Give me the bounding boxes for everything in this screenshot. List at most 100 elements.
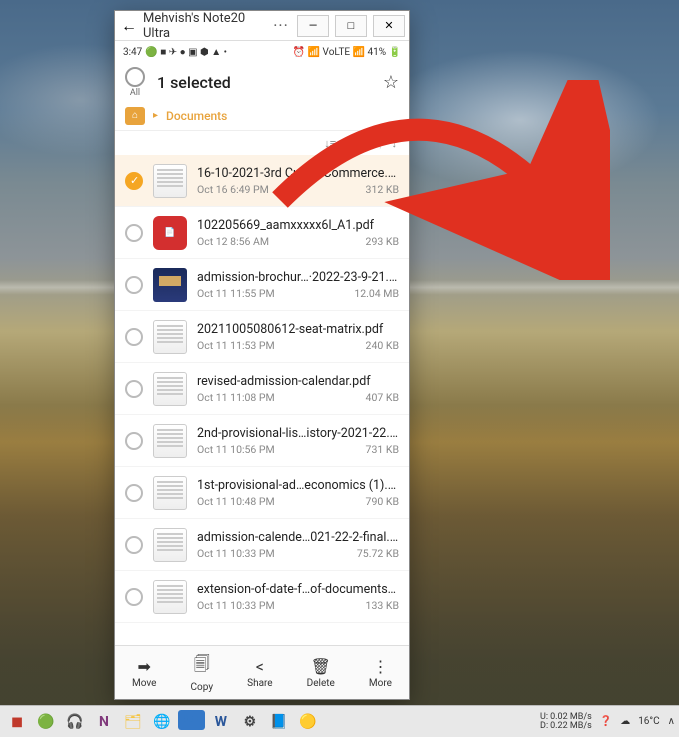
file-size: 312 KB	[366, 183, 399, 196]
move-icon: ➡	[138, 657, 151, 676]
file-thumbnail	[153, 268, 187, 302]
file-row[interactable]: 1st-provisional-ad…economics (1).pdf Oct …	[115, 467, 409, 519]
file-size: 731 KB	[366, 443, 399, 456]
delete-button[interactable]: 🗑 Delete	[307, 657, 335, 689]
file-name: 2nd-provisional-lis…istory-2021-22.pdf	[197, 426, 399, 441]
window-titlebar: ← Mehvish's Note20 Ultra ··· — □ ✕	[115, 11, 409, 41]
file-thumbnail	[153, 424, 187, 458]
file-thumbnail	[153, 372, 187, 406]
file-row[interactable]: admission-brochur…·2022-23-9-21.pdfOct 1…	[115, 259, 409, 311]
phone-statusbar: 3:47 🟢 ■ ✈ ● ▣ ⬢ ▲ • ⏰ 📶 VoLTE 📶 41% 🔋	[115, 41, 409, 63]
onenote-icon[interactable]: N	[91, 710, 117, 734]
file-checkbox[interactable]	[125, 588, 143, 606]
temperature[interactable]: 16°C	[638, 716, 659, 727]
net-dn-speed: 0.22 MB/s	[550, 722, 592, 731]
maximize-button[interactable]: □	[335, 15, 367, 37]
file-thumbnail	[153, 476, 187, 510]
file-checkbox[interactable]	[125, 224, 143, 242]
selection-title: 1 selected	[157, 73, 371, 92]
selection-bar: All 1 selected ☆	[115, 63, 409, 101]
file-size: 133 KB	[366, 599, 399, 612]
weather-tray-icon[interactable]: ☁	[620, 716, 630, 727]
net-dn-label: D:	[540, 722, 548, 731]
statusbar-right-icons: ⏰ 📶 VoLTE 📶 41% 🔋	[293, 47, 401, 58]
file-row[interactable]: 20211005080612-seat-matrix.pdf Oct 11 11:…	[115, 311, 409, 363]
sort-mode-icon[interactable]: ↓≡	[324, 137, 336, 150]
more-button[interactable]: ⋮ More	[369, 657, 392, 689]
app-1[interactable]: ◼	[4, 710, 30, 734]
file-name: revised-admission-calendar.pdf	[197, 374, 399, 389]
move-label: Move	[132, 678, 156, 689]
file-checkbox[interactable]	[125, 484, 143, 502]
file-checkbox[interactable]	[125, 536, 143, 554]
more-icon: ⋮	[372, 657, 388, 676]
file-row[interactable]: 16-10-2021-3rd Cu…rtsCommerce.pdfOct 16 …	[115, 155, 409, 207]
more-label: More	[369, 678, 392, 689]
file-checkbox[interactable]	[125, 328, 143, 346]
copy-label: Copy	[191, 682, 214, 693]
share-icon: <	[256, 657, 264, 676]
phone-screen: 3:47 🟢 ■ ✈ ● ▣ ⬢ ▲ • ⏰ 📶 VoLTE 📶 41% 🔋 A…	[115, 41, 409, 699]
file-checkbox[interactable]	[125, 380, 143, 398]
copy-button[interactable]: 🗐 Copy	[191, 653, 214, 693]
window-more-button[interactable]: ···	[271, 16, 291, 35]
file-date: Oct 11 11:53 PM	[197, 339, 275, 352]
file-name: 16-10-2021-3rd Cu…rtsCommerce.pdf	[197, 166, 399, 181]
app-11[interactable]: 🟡	[295, 710, 321, 734]
app-3[interactable]: 🎧	[62, 710, 88, 734]
file-date: Oct 11 10:33 PM	[197, 547, 275, 560]
settings-icon[interactable]: ⚙	[237, 710, 263, 734]
mail-icon[interactable]: 99+	[178, 710, 205, 730]
file-list[interactable]: 16-10-2021-3rd Cu…rtsCommerce.pdfOct 16 …	[115, 155, 409, 645]
select-all-checkbox[interactable]	[125, 67, 145, 87]
close-button[interactable]: ✕	[373, 15, 405, 37]
file-date: Oct 12 8:56 AM	[197, 235, 269, 248]
share-button[interactable]: < Share	[247, 657, 272, 689]
whatsapp-icon[interactable]: 🟢	[33, 710, 59, 734]
phone-mirror-window: ← Mehvish's Note20 Ultra ··· — □ ✕ 3:47 …	[114, 10, 410, 700]
file-thumbnail	[153, 580, 187, 614]
chrome-icon[interactable]: 🌐	[149, 710, 175, 734]
file-checkbox[interactable]	[125, 432, 143, 450]
file-row[interactable]: 📄102205669_aamxxxxx6l_A1.pdfOct 12 8:56 …	[115, 207, 409, 259]
file-row[interactable]: revised-admission-calendar.pdfOct 11 11:…	[115, 363, 409, 415]
favorite-button[interactable]: ☆	[383, 72, 399, 93]
breadcrumb-separator: ▸	[153, 110, 158, 121]
app-10[interactable]: 📘	[266, 710, 292, 734]
breadcrumb: ⌂ ▸ Documents	[115, 101, 409, 131]
help-tray-icon[interactable]: ❓	[600, 716, 612, 727]
file-row[interactable]: extension-of-date-f…of-documents.pdfOct …	[115, 571, 409, 623]
sort-bar: ↓≡ Date | ↓	[115, 131, 409, 155]
explorer-icon[interactable]: 🗂	[120, 710, 146, 734]
share-label: Share	[247, 678, 272, 689]
file-size: 240 KB	[366, 339, 399, 352]
file-size: 407 KB	[366, 391, 399, 404]
file-thumbnail	[153, 164, 187, 198]
word-icon[interactable]: W	[208, 710, 234, 734]
file-row[interactable]: 2nd-provisional-lis…istory-2021-22.pdfOc…	[115, 415, 409, 467]
file-name: 20211005080612-seat-matrix.pdf	[197, 322, 399, 337]
file-checkbox[interactable]	[125, 172, 143, 190]
sort-label[interactable]: Date	[346, 137, 369, 150]
delete-label: Delete	[307, 678, 335, 689]
minimize-button[interactable]: —	[297, 15, 329, 37]
file-size: 12.04 MB	[354, 287, 399, 300]
breadcrumb-home[interactable]: ⌂	[125, 107, 145, 125]
file-row[interactable]: admission-calende…021-22-2-final.pdfOct …	[115, 519, 409, 571]
breadcrumb-current[interactable]: Documents	[166, 109, 227, 123]
back-button[interactable]: ←	[119, 16, 139, 36]
file-name: 1st-provisional-ad…economics (1).pdf	[197, 478, 399, 493]
select-all-label: All	[130, 88, 140, 98]
file-date: Oct 11 10:48 PM	[197, 495, 275, 508]
tray-expand[interactable]: ∧	[668, 716, 675, 727]
action-bar: ➡ Move 🗐 Copy < Share 🗑 Delete ⋮ More	[115, 645, 409, 699]
system-tray: U: D: 0.02 MB/s 0.22 MB/s ❓ ☁ 16°C ∧	[540, 713, 675, 731]
file-checkbox[interactable]	[125, 276, 143, 294]
sort-order-icon[interactable]: ↓	[392, 137, 398, 150]
move-button[interactable]: ➡ Move	[132, 657, 156, 689]
statusbar-time: 3:47	[123, 47, 142, 58]
file-size: 790 KB	[366, 495, 399, 508]
file-thumbnail	[153, 528, 187, 562]
file-size: 75.72 KB	[357, 547, 399, 560]
file-thumbnail: 📄	[153, 216, 187, 250]
